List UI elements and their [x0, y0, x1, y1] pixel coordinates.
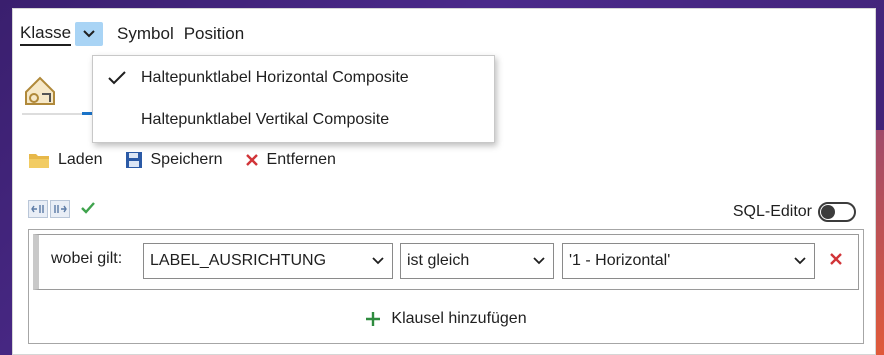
- sql-editor-switch: SQL-Editor: [733, 202, 856, 222]
- class-toolbar: Laden Speichern Entfernen: [28, 146, 358, 174]
- field-select-value: LABEL_AUSRICHTUNG: [150, 252, 327, 269]
- value-select-value: '1 - Horizontal': [569, 252, 671, 269]
- divider: [22, 113, 82, 115]
- save-button[interactable]: Speichern: [125, 151, 223, 169]
- chevron-down-icon: [83, 30, 95, 38]
- add-clause-button[interactable]: Klausel hinzufügen: [29, 310, 863, 328]
- clause-row: wobei gilt: LABEL_AUSRICHTUNG ist gleich…: [33, 234, 859, 290]
- expand-icon[interactable]: [50, 200, 70, 218]
- close-icon: [245, 154, 258, 166]
- remove-clause-icon[interactable]: [829, 252, 843, 269]
- background-strip: [876, 130, 884, 355]
- label-tabs: Klasse Symbol Position: [20, 20, 244, 48]
- menu-item-vertikal[interactable]: Haltepunktlabel Vertikal Composite: [93, 100, 494, 140]
- checkmark-icon: [108, 71, 126, 85]
- expression-tools: [28, 200, 96, 218]
- chevron-down-icon: [372, 257, 384, 265]
- save-icon: [125, 152, 142, 168]
- query-builder: wobei gilt: LABEL_AUSRICHTUNG ist gleich…: [28, 229, 864, 344]
- chevron-down-icon: [794, 257, 806, 265]
- label-class-icon[interactable]: [22, 70, 62, 110]
- remove-button[interactable]: Entfernen: [245, 151, 336, 169]
- class-dropdown-button[interactable]: [75, 22, 104, 46]
- folder-icon: [29, 154, 49, 168]
- add-clause-label: Klausel hinzufügen: [391, 310, 527, 327]
- plus-icon: [366, 312, 381, 326]
- value-select[interactable]: '1 - Horizontal': [562, 243, 815, 279]
- class-dropdown-menu: Haltepunktlabel Horizontal Composite Hal…: [92, 55, 495, 143]
- operator-select-value: ist gleich: [407, 252, 470, 269]
- tab-symbol[interactable]: Symbol: [117, 24, 174, 44]
- save-label: Speichern: [150, 151, 223, 168]
- clause-prefix: wobei gilt:: [51, 250, 123, 267]
- field-select[interactable]: LABEL_AUSRICHTUNG: [143, 243, 393, 279]
- remove-label: Entfernen: [266, 151, 336, 168]
- verify-check-icon[interactable]: [80, 201, 96, 218]
- load-label: Laden: [58, 151, 103, 168]
- tab-position[interactable]: Position: [184, 24, 244, 44]
- operator-select[interactable]: ist gleich: [400, 243, 554, 279]
- chevron-down-icon: [533, 257, 545, 265]
- load-button[interactable]: Laden: [28, 151, 103, 169]
- menu-item-horizontal[interactable]: Haltepunktlabel Horizontal Composite: [93, 58, 494, 98]
- sql-editor-toggle[interactable]: [818, 202, 856, 222]
- collapse-icon[interactable]: [28, 200, 48, 218]
- toggle-knob: [821, 205, 835, 219]
- tab-class[interactable]: Klasse: [20, 23, 72, 46]
- sql-editor-label: SQL-Editor: [732, 203, 812, 220]
- menu-item-label: Haltepunktlabel Horizontal Composite: [141, 69, 409, 86]
- menu-item-label: Haltepunktlabel Vertikal Composite: [141, 111, 390, 128]
